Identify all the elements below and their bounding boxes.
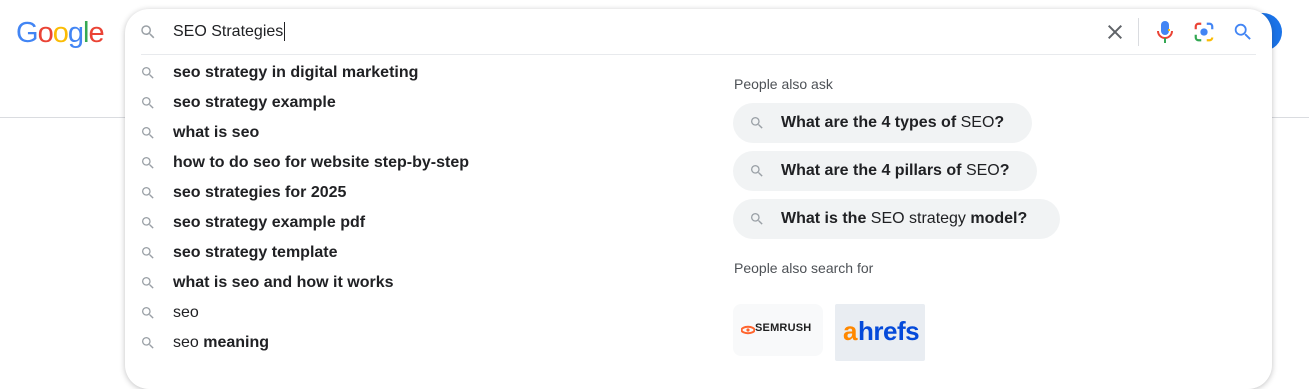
people-also-ask-chip[interactable]: What is the SEO strategy model? [733, 199, 1060, 239]
text-segment: meaning [203, 334, 270, 351]
logo-letter: g [67, 17, 84, 49]
close-icon[interactable] [1103, 20, 1127, 44]
search-icon [142, 67, 154, 79]
search-icon [142, 217, 154, 229]
text-segment: SEO [965, 162, 1000, 179]
logo-letter: e [88, 17, 104, 49]
suggestion-item[interactable]: seo strategy example pdf [125, 208, 685, 238]
suggestion-text: seo [173, 304, 199, 322]
ahrefs-tile[interactable]: a hrefs [835, 304, 925, 361]
people-also-ask-label: People also ask [734, 76, 833, 92]
logo-letter: o [52, 17, 69, 49]
question-text: What are the 4 types of SEO? [781, 114, 1004, 132]
search-icon [142, 157, 154, 169]
suggestion-item[interactable]: seo strategy example [125, 88, 685, 118]
search-icon [751, 213, 763, 225]
suggestion-item[interactable]: seo [125, 298, 685, 328]
search-icon [142, 307, 154, 319]
search-submit-icon[interactable] [1232, 21, 1254, 43]
suggestion-text: what is seo [173, 124, 259, 142]
text-segment: seo [173, 304, 199, 321]
search-bar-separator [141, 54, 1256, 55]
question-text: What is the SEO strategy model? [781, 210, 1027, 228]
semrush-name: SEMRUSH [755, 322, 812, 334]
ahrefs-name-rest: hrefs [858, 316, 920, 346]
search-icon [751, 165, 763, 177]
people-also-ask-chip[interactable]: What are the 4 types of SEO? [733, 103, 1032, 143]
question-text: What are the 4 pillars of SEO? [781, 162, 1010, 180]
search-icon [142, 187, 154, 199]
suggestion-text: how to do seo for website step-by-step [173, 154, 469, 172]
text-segment: What are the 4 pillars of [781, 162, 966, 179]
suggestion-item[interactable]: what is seo and how it works [125, 268, 685, 298]
google-logo[interactable]: Google [16, 16, 105, 50]
text-segment: what is seo and how it works [173, 274, 394, 291]
text-segment: ? [999, 162, 1010, 179]
suggestion-item[interactable]: seo strategy in digital marketing [125, 58, 685, 88]
search-icon [142, 127, 154, 139]
search-dropdown-panel: SEO Strategies seo strategy in digital m… [125, 9, 1272, 389]
search-icon [751, 117, 763, 129]
text-segment: seo strategy template [173, 244, 338, 261]
suggestion-item[interactable]: how to do seo for website step-by-step [125, 148, 685, 178]
suggestion-item[interactable]: seo meaning [125, 328, 685, 358]
search-bar: SEO Strategies [125, 9, 1272, 54]
search-icon [142, 247, 154, 259]
suggestion-item[interactable]: what is seo [125, 118, 685, 148]
suggestion-text: what is seo and how it works [173, 274, 393, 292]
people-also-search-label: People also search for [734, 260, 874, 276]
semrush-tile[interactable]: SEMRUSH [733, 304, 823, 356]
search-icon [142, 97, 154, 109]
text-segment: What are the 4 types of [781, 114, 961, 131]
search-input[interactable]: SEO Strategies [173, 21, 286, 43]
suggestion-text: seo strategy example pdf [173, 214, 365, 232]
suggestion-list: seo strategy in digital marketing seo str… [125, 58, 685, 358]
text-segment: model? [965, 210, 1028, 227]
logo-letter: o [37, 17, 54, 49]
text-segment: how to do seo for website step-by-step [173, 154, 470, 171]
logo-letter: G [16, 17, 39, 49]
suggestion-text: seo strategies for 2025 [173, 184, 346, 202]
search-icon [141, 25, 155, 39]
search-query-text: SEO Strategies [173, 23, 284, 40]
text-segment: seo strategies for 2025 [173, 184, 347, 201]
search-icon [142, 337, 154, 349]
suggestion-item[interactable]: seo strategy template [125, 238, 685, 268]
text-cursor [284, 22, 286, 42]
suggestion-text: seo strategy example [173, 94, 336, 112]
search-icon [142, 277, 154, 289]
suggestion-text: seo meaning [173, 334, 269, 352]
suggestion-item[interactable]: seo strategies for 2025 [125, 178, 685, 208]
people-also-ask-chip[interactable]: What are the 4 pillars of SEO? [733, 151, 1037, 191]
text-segment: What is the [781, 210, 871, 227]
semrush-flame-icon [741, 325, 755, 335]
text-segment: SEO strategy [870, 210, 966, 227]
text-segment: ? [994, 114, 1005, 131]
text-segment: seo strategy example [173, 94, 336, 111]
microphone-icon[interactable] [1153, 19, 1177, 45]
camera-lens-icon[interactable] [1193, 21, 1215, 43]
ahrefs-name-a: a [843, 316, 857, 346]
text-segment: seo [173, 334, 204, 351]
text-segment: seo strategy example pdf [173, 214, 366, 231]
text-segment: what is seo [173, 124, 260, 141]
suggestion-text: seo strategy template [173, 244, 338, 262]
text-segment: seo strategy in digital marketing [173, 64, 419, 81]
text-segment: SEO [960, 114, 995, 131]
suggestion-text: seo strategy in digital marketing [173, 64, 418, 82]
toolbar-divider [1138, 18, 1139, 46]
